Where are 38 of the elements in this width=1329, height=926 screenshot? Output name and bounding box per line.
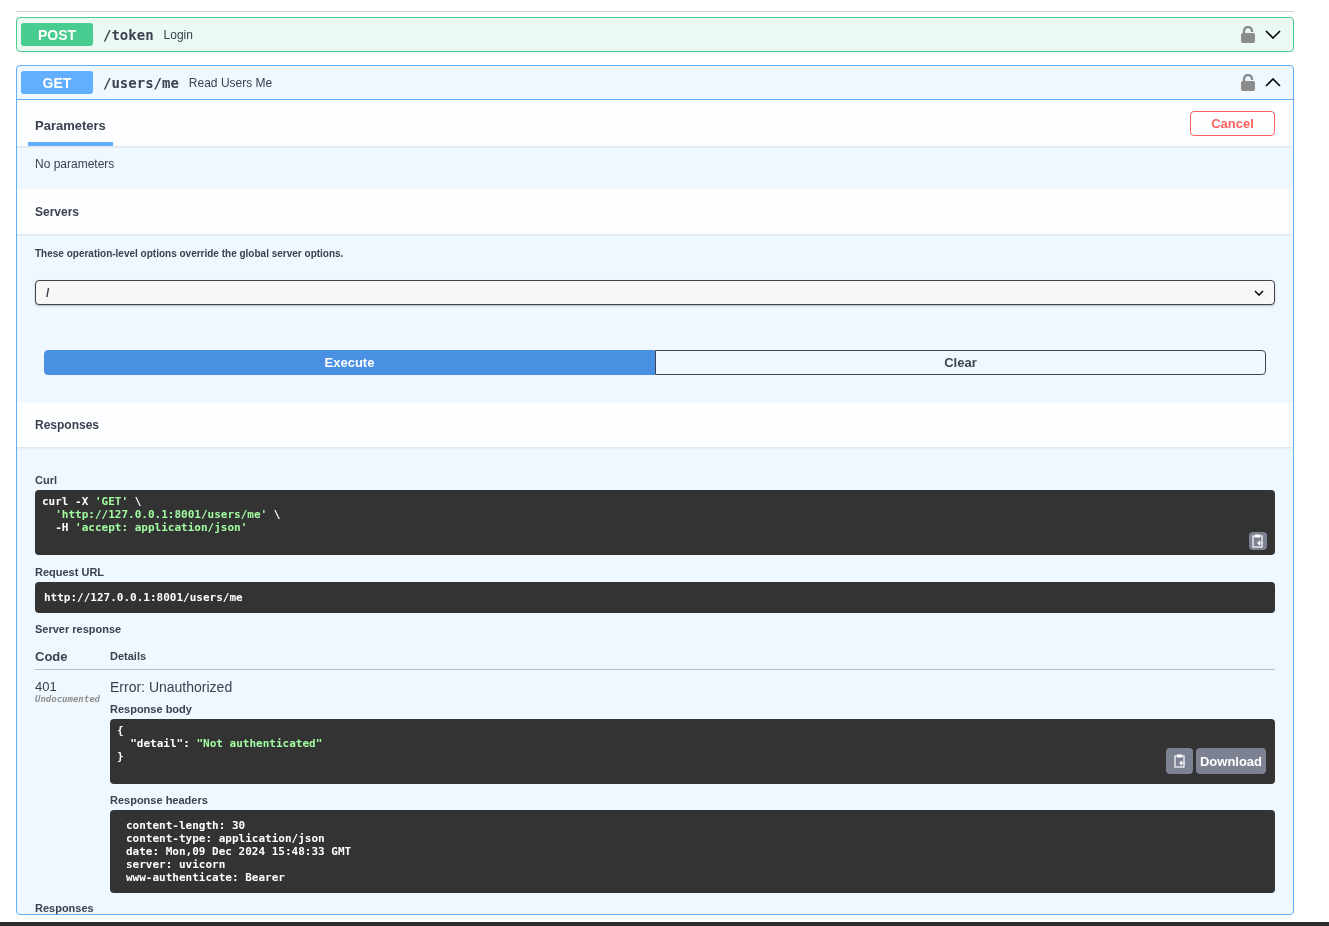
chevron-down-icon xyxy=(1254,289,1264,296)
code-note: Undocumented xyxy=(35,694,102,704)
server-select[interactable]: / xyxy=(35,280,1275,305)
server-response-label: Server response xyxy=(35,623,123,635)
response-headers-label: Response headers xyxy=(110,794,209,806)
copy-button[interactable] xyxy=(1166,748,1193,774)
chevron-up-icon[interactable] xyxy=(1265,78,1281,87)
curl-label: Curl xyxy=(35,474,58,486)
clear-button[interactable]: Clear xyxy=(655,350,1266,375)
section-title: Servers xyxy=(34,204,80,219)
servers-note: These operation-level options override the global server options. xyxy=(35,248,345,259)
status-code: 401 xyxy=(35,679,58,694)
method-badge: POST xyxy=(21,23,93,46)
copy-icon xyxy=(1173,754,1186,768)
column-header: Code xyxy=(35,648,69,664)
padlock-icon[interactable] xyxy=(1241,26,1255,43)
response-body-label: Response body xyxy=(110,703,193,715)
parameters-tab[interactable]: Parameters xyxy=(28,108,113,146)
chevron-down-icon[interactable] xyxy=(1265,30,1281,39)
section-title: Responses xyxy=(34,417,100,432)
section-title: Responses xyxy=(35,902,95,914)
endpoint-summary: Read Users Me xyxy=(188,75,274,90)
copy-icon xyxy=(1252,534,1264,548)
endpoint-summary: Login xyxy=(163,27,194,42)
curl-code: curl -X 'GET' \ 'http://127.0.0.1:8001/users/me' \ -H 'accept: application/json' xyxy=(35,490,1275,555)
error-title: Error: Unauthorized xyxy=(110,679,234,695)
method-badge: GET xyxy=(21,71,93,94)
endpoint-path[interactable]: /users/me xyxy=(103,74,179,91)
request-url-code: http://127.0.0.1:8001/users/me xyxy=(35,582,1275,613)
padlock-icon[interactable] xyxy=(1241,74,1255,91)
endpoint-path[interactable]: /token xyxy=(103,26,154,43)
empty-message: No parameters xyxy=(35,157,116,171)
response-headers-code: content-length: 30 content-type: application/json date: Mon,09 Dec 2024 15:48:33 GMT server: uvicorn www-authenticate: Bearer xyxy=(110,810,1275,893)
request-url-label: Request URL xyxy=(35,566,106,578)
copy-button[interactable] xyxy=(1249,532,1267,550)
download-button[interactable]: Download xyxy=(1196,748,1266,774)
column-header: Details xyxy=(110,650,148,662)
response-body-code: { "detail": "Not authenticated" } Download xyxy=(110,719,1275,784)
